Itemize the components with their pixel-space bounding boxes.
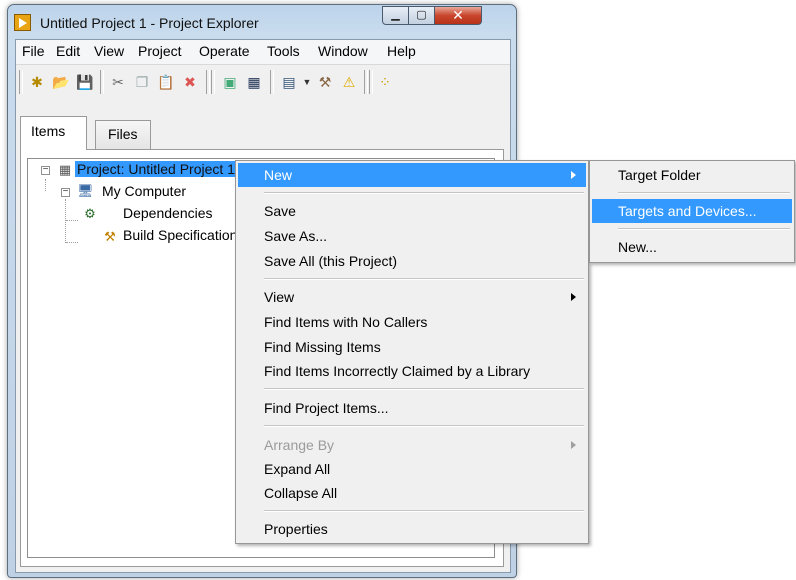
- menu-item-arrange-by: Arrange By: [238, 433, 586, 457]
- dropdown-arrow-icon[interactable]: ▼: [298, 73, 316, 91]
- copy-icon[interactable]: ❐: [133, 73, 151, 91]
- labview-app-icon: [14, 14, 31, 31]
- menu-item-properties[interactable]: Properties: [238, 517, 586, 541]
- minimize-button[interactable]: ▁: [382, 6, 409, 25]
- menu-item-label: View: [264, 289, 295, 305]
- new-submenu: Target Folder Targets and Devices... New…: [589, 160, 795, 263]
- tree-line: [45, 179, 46, 191]
- build-specifications-icon: ⚒: [104, 229, 116, 244]
- project-icon: ▦: [58, 162, 72, 177]
- toolbar-separator: [206, 70, 210, 94]
- menu-item-find-project-items[interactable]: Find Project Items...: [238, 396, 586, 420]
- toolbar: ✱ 📂 💾 ✂ ❐ 📋 ✖ ▣ ▦ ▤ ▼ ⚒ ⚠ ⁘: [16, 65, 510, 99]
- toolbar-separator: [369, 70, 373, 94]
- menu-item-label: New: [264, 167, 293, 183]
- menu-item-find-missing[interactable]: Find Missing Items: [238, 335, 586, 359]
- submenu-item-targets-and-devices[interactable]: Targets and Devices...: [592, 199, 792, 223]
- tree-line: [66, 220, 78, 221]
- new-file-icon[interactable]: ✱: [28, 73, 46, 91]
- tree-item-project[interactable]: Project: Untitled Project 1: [75, 161, 237, 177]
- save-project-icon[interactable]: ▦: [245, 73, 263, 91]
- menu-item-new[interactable]: New: [238, 163, 586, 187]
- menu-item-find-no-callers[interactable]: Find Items with No Callers: [238, 310, 586, 334]
- submenu-arrow-icon: [571, 293, 576, 301]
- collapse-computer-toggle[interactable]: −: [61, 187, 70, 197]
- computer-icon: 🖥: [77, 183, 94, 198]
- paste-icon[interactable]: 📋: [157, 73, 175, 91]
- tree-item-my-computer[interactable]: My Computer: [102, 183, 186, 199]
- toolbar-separator: [270, 70, 274, 94]
- add-file-icon[interactable]: ▣: [221, 73, 239, 91]
- submenu-arrow-icon: [571, 171, 576, 179]
- view-options-icon[interactable]: ▤: [280, 73, 298, 91]
- toolbar-separator: [211, 70, 215, 94]
- dependencies-icon: ⚙: [84, 206, 96, 221]
- menu-project[interactable]: Project: [138, 43, 182, 59]
- menu-edit[interactable]: Edit: [56, 43, 80, 59]
- submenu-item-target-folder[interactable]: Target Folder: [592, 163, 792, 187]
- tab-files[interactable]: Files: [95, 120, 151, 150]
- submenu-item-new[interactable]: New...: [592, 235, 792, 259]
- tree-line: [66, 242, 78, 243]
- toolbar-separator: [100, 70, 104, 94]
- source-control-icon[interactable]: ⁘: [376, 73, 394, 91]
- toolbar-separator: [364, 70, 368, 94]
- menu-bar: File Edit View Project Operate Tools Win…: [16, 40, 510, 65]
- tab-items[interactable]: Items: [20, 116, 87, 150]
- menu-operate[interactable]: Operate: [199, 43, 250, 59]
- menu-separator: [264, 510, 584, 512]
- window-title: Untitled Project 1 - Project Explorer: [40, 15, 259, 31]
- menu-item-save-as[interactable]: Save As...: [238, 224, 586, 248]
- menu-separator: [264, 388, 584, 390]
- menu-item-expand-all[interactable]: Expand All: [238, 457, 586, 481]
- menu-separator: [264, 278, 584, 280]
- tree-item-build-specifications[interactable]: Build Specifications: [123, 227, 244, 243]
- menu-separator: [264, 192, 584, 194]
- cut-icon[interactable]: ✂: [109, 73, 127, 91]
- menu-item-collapse-all[interactable]: Collapse All: [238, 481, 586, 505]
- menu-tools[interactable]: Tools: [267, 43, 300, 59]
- delete-icon[interactable]: ✖: [181, 73, 199, 91]
- menu-help[interactable]: Help: [387, 43, 416, 59]
- close-button[interactable]: ✕: [434, 6, 482, 25]
- menu-file[interactable]: File: [22, 43, 45, 59]
- build-icon[interactable]: ⚒: [316, 73, 334, 91]
- warning-icon[interactable]: ⚠: [340, 73, 358, 91]
- context-menu: New Save Save As... Save All (this Proje…: [235, 160, 589, 544]
- tree-item-dependencies[interactable]: Dependencies: [123, 205, 213, 221]
- menu-item-save[interactable]: Save: [238, 199, 586, 223]
- save-all-icon[interactable]: 💾: [76, 73, 94, 91]
- menu-item-label: Arrange By: [264, 437, 335, 453]
- menu-view[interactable]: View: [94, 43, 124, 59]
- toolbar-grip: [19, 70, 23, 94]
- title-bar[interactable]: Untitled Project 1 - Project Explorer ▁ …: [8, 5, 516, 39]
- menu-separator: [618, 192, 790, 194]
- menu-item-save-all[interactable]: Save All (this Project): [238, 249, 586, 273]
- open-folder-icon[interactable]: 📂: [52, 73, 70, 91]
- collapse-project-toggle[interactable]: −: [41, 165, 50, 175]
- menu-window[interactable]: Window: [318, 43, 368, 59]
- maximize-button[interactable]: ▢: [408, 6, 435, 25]
- menu-separator: [618, 228, 790, 230]
- menu-item-view[interactable]: View: [238, 285, 586, 309]
- tree-line: [65, 199, 66, 243]
- menu-separator: [264, 425, 584, 427]
- submenu-arrow-icon: [571, 441, 576, 449]
- menu-item-find-incorrectly-claimed[interactable]: Find Items Incorrectly Claimed by a Libr…: [238, 359, 586, 383]
